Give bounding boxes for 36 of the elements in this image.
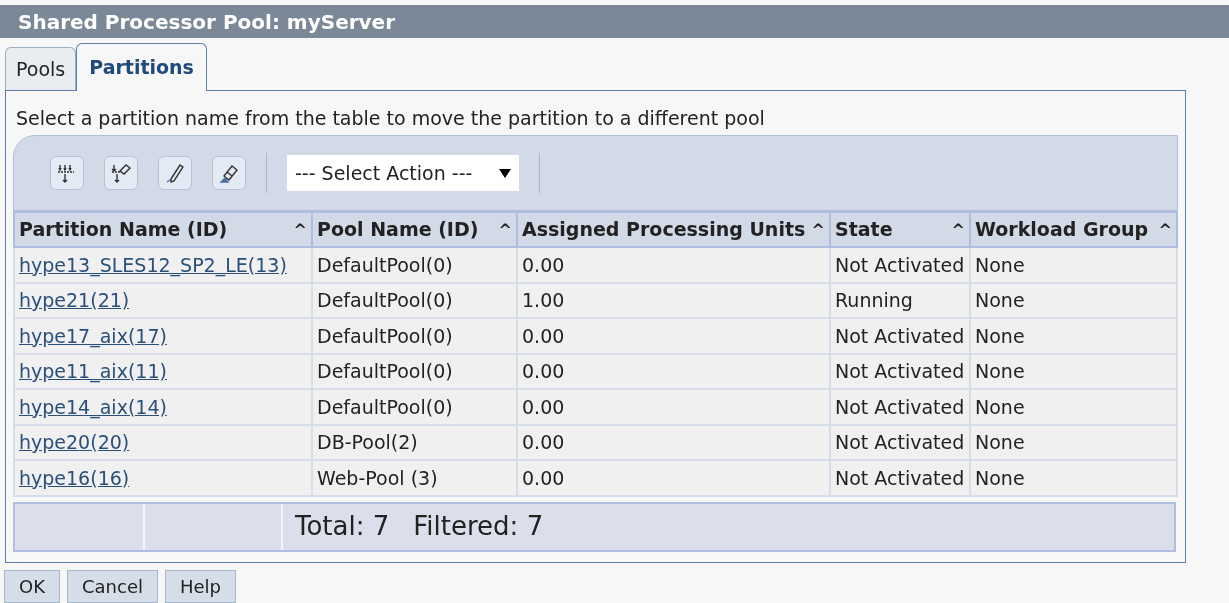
- column-header[interactable]: Assigned Processing Units ^: [517, 212, 830, 247]
- tab[interactable]: Partitions: [76, 43, 207, 91]
- table-cell: Not Activated: [830, 247, 970, 283]
- expand-rows-icon[interactable]: [50, 156, 84, 190]
- dropdown-arrow-icon: [499, 168, 511, 178]
- table-cell: Not Activated: [830, 389, 970, 425]
- instruction-text: Select a partition name from the table to move the partition to a different pool: [15, 106, 766, 131]
- column-header[interactable]: Workload Group ^: [970, 212, 1177, 247]
- table-cell: Not Activated: [830, 318, 970, 354]
- dialog-button[interactable]: Cancel: [67, 570, 158, 603]
- table-cell: 0.00: [517, 247, 830, 283]
- column-header[interactable]: State ^: [830, 212, 970, 247]
- column-header[interactable]: Pool Name (ID) ^: [312, 212, 517, 247]
- table-cell: DefaultPool(0): [312, 247, 517, 283]
- table-cell: Web-Pool (3): [312, 460, 517, 496]
- table-cell: DefaultPool(0): [312, 318, 517, 354]
- table-cell: None: [970, 318, 1177, 354]
- table-cell: Not Activated: [830, 460, 970, 496]
- table-cell: None: [970, 247, 1177, 283]
- column-header[interactable]: Partition Name (ID) ^: [14, 212, 312, 247]
- table-cell: None: [970, 460, 1177, 496]
- window-title: Shared Processor Pool: myServer: [0, 5, 1229, 38]
- total-count: Total: 7: [295, 510, 390, 543]
- dialog-button[interactable]: Help: [164, 570, 236, 603]
- pencil-icon[interactable]: [158, 156, 192, 190]
- tab[interactable]: Pools: [5, 47, 77, 90]
- eraser-icon[interactable]: [212, 156, 246, 190]
- table-cell: DefaultPool(0): [312, 389, 517, 425]
- table-cell: 0.00: [517, 460, 830, 496]
- filtered-count: Filtered: 7: [413, 510, 544, 543]
- table-cell: None: [970, 389, 1177, 425]
- filter-eraser-icon[interactable]: [104, 156, 138, 190]
- table-cell: 0.00: [517, 389, 830, 425]
- action-select[interactable]: --- Select Action ---: [287, 155, 519, 191]
- dialog-button[interactable]: OK: [4, 570, 60, 603]
- table-cell: 0.00: [517, 318, 830, 354]
